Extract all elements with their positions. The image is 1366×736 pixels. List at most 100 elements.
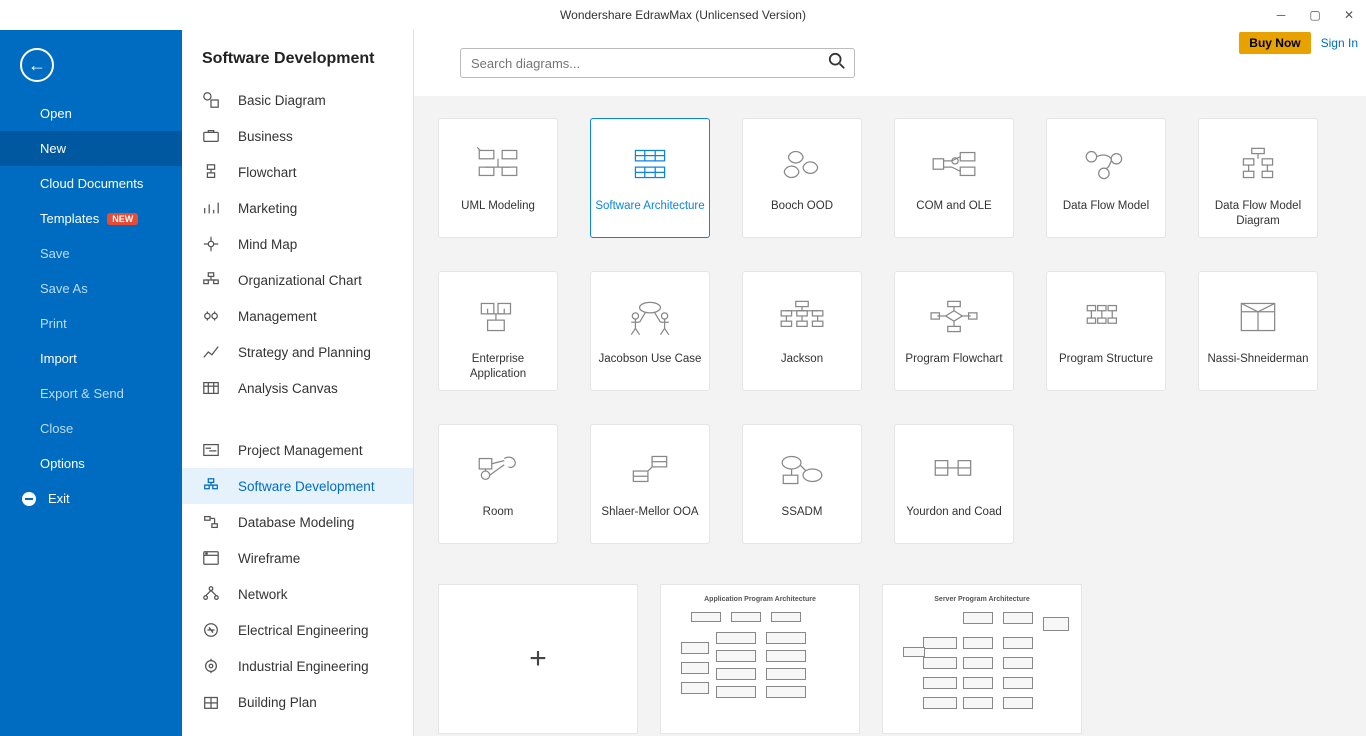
category-label: Basic Diagram [238, 93, 326, 108]
sidebar-item-save-as[interactable]: Save As [0, 271, 182, 306]
window-controls: ─ ▢ ✕ [1264, 0, 1366, 30]
canvas-icon [202, 379, 220, 397]
category-wireframe[interactable]: Wireframe [182, 540, 413, 576]
category-basic-diagram[interactable]: Basic Diagram [182, 82, 413, 118]
sidebar-item-save[interactable]: Save [0, 236, 182, 271]
tile-label: Shlaer-Mellor OOA [597, 505, 702, 520]
sidebar-item-label: Close [40, 421, 73, 436]
sidebar-item-label: Import [40, 351, 77, 366]
tile-data-flow-model-diagram[interactable]: Data Flow Model Diagram [1198, 118, 1318, 238]
category-management[interactable]: Management [182, 298, 413, 334]
sidebar-item-options[interactable]: Options [0, 446, 182, 481]
tile-program-flowchart[interactable]: Program Flowchart [894, 271, 1014, 391]
tile-com-and-ole[interactable]: COM and OLE [894, 118, 1014, 238]
category-industrial-engineering[interactable]: Industrial Engineering [182, 648, 413, 684]
category-organizational-chart[interactable]: Organizational Chart [182, 262, 413, 298]
tile-software-architecture[interactable]: Software Architecture [590, 118, 710, 238]
maximize-button[interactable]: ▢ [1298, 0, 1332, 30]
tile-label: UML Modeling [457, 199, 539, 214]
tile-enterprise-application[interactable]: Enterprise Application [438, 271, 558, 391]
app-title: Wondershare EdrawMax (Unlicensed Version… [560, 8, 806, 22]
sidebar-item-new[interactable]: New [0, 131, 182, 166]
db-icon [202, 513, 220, 531]
category-label: Flowchart [238, 165, 297, 180]
category-analysis-canvas[interactable]: Analysis Canvas [182, 370, 413, 406]
tile-shlaer-mellor-ooa[interactable]: Shlaer-Mellor OOA [590, 424, 710, 544]
category-label: Management [238, 309, 317, 324]
close-button[interactable]: ✕ [1332, 0, 1366, 30]
category-label: Wireframe [238, 551, 300, 566]
tile-label: Enterprise Application [439, 352, 557, 382]
tile-jacobson-use-case[interactable]: Jacobson Use Case [590, 271, 710, 391]
template-preview-1[interactable]: Application Program Architecture [660, 584, 860, 734]
jackson-icon [777, 292, 827, 342]
template-diagram: Application Program Architecture [671, 592, 849, 725]
category-strategy-and-planning[interactable]: Strategy and Planning [182, 334, 413, 370]
category-electrical-engineering[interactable]: Electrical Engineering [182, 612, 413, 648]
category-label: Network [238, 587, 288, 602]
category-title: Software Development [182, 30, 413, 82]
sign-in-link[interactable]: Sign In [1321, 36, 1358, 50]
tile-label: COM and OLE [912, 199, 995, 214]
ns-icon [1233, 292, 1283, 342]
template-blank[interactable]: + [438, 584, 638, 734]
sidebar-item-import[interactable]: Import [0, 341, 182, 376]
ea-icon [473, 292, 523, 342]
tile-label: Software Architecture [591, 199, 708, 214]
category-label: Electrical Engineering [238, 623, 369, 638]
category-flowchart[interactable]: Flowchart [182, 154, 413, 190]
tile-data-flow-model[interactable]: Data Flow Model [1046, 118, 1166, 238]
sidebar-item-templates[interactable]: TemplatesNEW [0, 201, 182, 236]
org-icon [202, 271, 220, 289]
category-scroll[interactable]: Basic Diagram Business Flowchart Marketing M… [182, 82, 413, 736]
tile-yourdon-and-coad[interactable]: Yourdon and Coad [894, 424, 1014, 544]
sidebar-item-export-send[interactable]: Export & Send [0, 376, 182, 411]
tile-room[interactable]: Room [438, 424, 558, 544]
tile-booch-ood[interactable]: Booch OOD [742, 118, 862, 238]
category-building-plan[interactable]: Building Plan [182, 684, 413, 720]
tile-label: Data Flow Model Diagram [1199, 199, 1317, 229]
mindmap-icon [202, 235, 220, 253]
back-button[interactable]: ← [20, 48, 54, 82]
tile-nassi-shneiderman[interactable]: Nassi-Shneiderman [1198, 271, 1318, 391]
exit-icon [22, 492, 36, 506]
template-preview-2[interactable]: Server Program Architecture [882, 584, 1082, 734]
sidebar-item-open[interactable]: Open [0, 96, 182, 131]
search-box[interactable] [460, 48, 855, 78]
search-row [414, 30, 1366, 96]
file-menu-sidebar: ← OpenNewCloud DocumentsTemplatesNEWSave… [0, 30, 182, 736]
search-input[interactable] [471, 56, 828, 71]
tile-jackson[interactable]: Jackson [742, 271, 862, 391]
tile-label: Jackson [777, 352, 827, 367]
tile-label: Program Structure [1055, 352, 1157, 367]
booch-icon [777, 139, 827, 189]
tile-ssadm[interactable]: SSADM [742, 424, 862, 544]
minimize-button[interactable]: ─ [1264, 0, 1298, 30]
sidebar-item-cloud-documents[interactable]: Cloud Documents [0, 166, 182, 201]
tile-label: Yourdon and Coad [902, 505, 1006, 520]
ind-icon [202, 657, 220, 675]
tile-uml-modeling[interactable]: UML Modeling [438, 118, 558, 238]
search-icon[interactable] [828, 52, 846, 75]
category-label: Marketing [238, 201, 297, 216]
category-database-modeling[interactable]: Database Modeling [182, 504, 413, 540]
category-business[interactable]: Business [182, 118, 413, 154]
sidebar-item-close[interactable]: Close [0, 411, 182, 446]
category-mind-map[interactable]: Mind Map [182, 226, 413, 262]
sidebar-item-print[interactable]: Print [0, 306, 182, 341]
business-icon [202, 127, 220, 145]
category-network[interactable]: Network [182, 576, 413, 612]
category-label: Building Plan [238, 695, 317, 710]
category-project-management[interactable]: Project Management [182, 432, 413, 468]
sidebar-item-exit[interactable]: Exit [0, 481, 182, 516]
tile-label: Jacobson Use Case [595, 352, 706, 367]
tile-program-structure[interactable]: Program Structure [1046, 271, 1166, 391]
ps-icon [1081, 292, 1131, 342]
category-label: Organizational Chart [238, 273, 362, 288]
buy-now-button[interactable]: Buy Now [1239, 32, 1310, 54]
category-software-development[interactable]: Software Development [182, 468, 413, 504]
build-icon [202, 693, 220, 711]
category-marketing[interactable]: Marketing [182, 190, 413, 226]
sidebar-item-label: Print [40, 316, 67, 331]
basic-icon [202, 91, 220, 109]
